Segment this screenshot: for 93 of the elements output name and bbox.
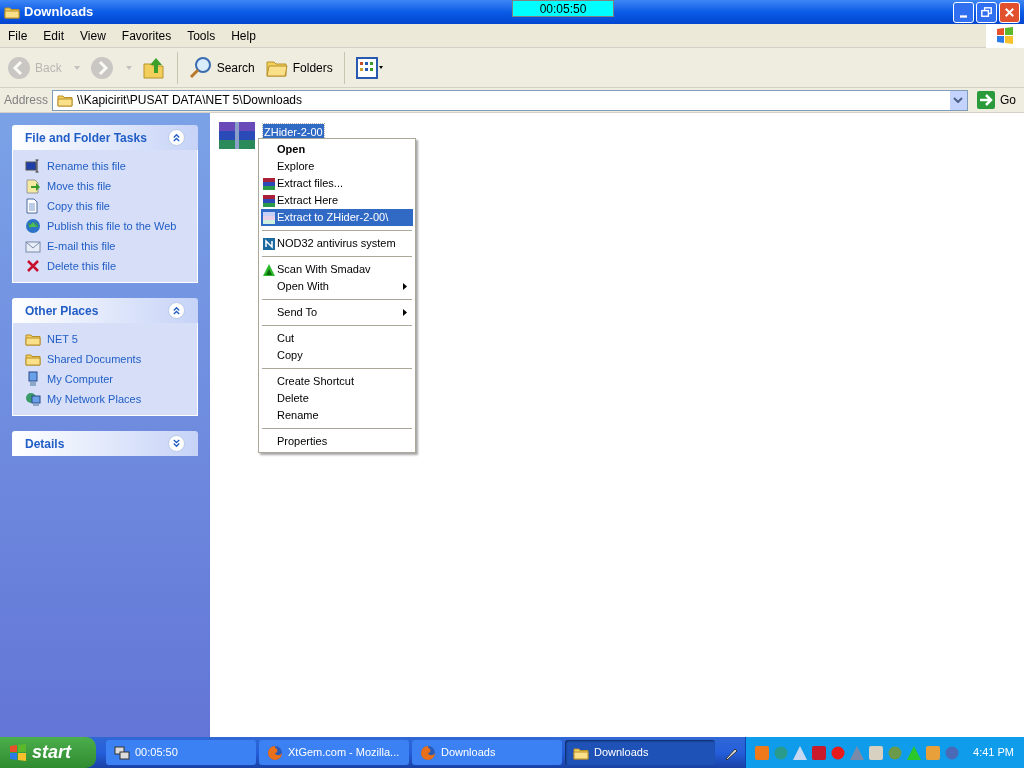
task-link[interactable]: Publish this file to the Web: [47, 217, 177, 235]
tray-icon[interactable]: [754, 744, 771, 761]
task-link[interactable]: NET 5: [47, 330, 78, 348]
folder-icon: [57, 92, 74, 108]
menu-item[interactable]: Favorites: [113, 26, 180, 45]
tray-icon[interactable]: [830, 744, 847, 761]
tray-icon[interactable]: [849, 744, 866, 761]
tray-icon[interactable]: [792, 744, 809, 761]
task-link[interactable]: Copy this file: [47, 197, 110, 215]
menu-item[interactable]: Extract to ZHider-2-00\: [261, 209, 413, 226]
menu-item[interactable]: File: [0, 26, 36, 45]
address-field[interactable]: \\Kapicirit\PUSAT DATA\NET 5\Downloads: [52, 89, 968, 111]
search-icon: [188, 55, 213, 80]
monitor-icon: [114, 744, 130, 761]
task-link[interactable]: Move this file: [47, 177, 112, 195]
views-icon: [355, 56, 384, 79]
menu-item[interactable]: Properties: [261, 433, 413, 450]
tray-icon[interactable]: [773, 744, 790, 761]
document-icon: [25, 198, 41, 214]
menu-item[interactable]: Scan With Smadav: [261, 261, 413, 278]
folder-icon: [4, 4, 20, 20]
restore-icon: [979, 4, 994, 20]
menu-item[interactable]: Open: [261, 141, 413, 158]
menu-item[interactable]: Delete: [261, 390, 413, 407]
network-icon: [25, 391, 41, 407]
pane-header[interactable]: Other Places: [12, 298, 198, 323]
triangle-icon: [262, 262, 276, 277]
menu-item[interactable]: Edit: [35, 26, 73, 45]
clock: 4:41 PM: [973, 745, 1014, 761]
task-link[interactable]: My Network Places: [47, 390, 142, 408]
task-link[interactable]: E-mail this file: [47, 237, 116, 255]
move-icon: [25, 178, 41, 194]
taskbar-button[interactable]: XtGem.com - Mozilla...: [259, 740, 409, 765]
timer-display: 00:05:50: [512, 0, 614, 17]
taskbar-button[interactable]: Downloads: [565, 740, 715, 765]
minimize-button[interactable]: [953, 1, 974, 23]
folder-icon: [25, 331, 41, 347]
windows-logo-icon: [986, 23, 1024, 48]
tray-icon[interactable]: [906, 744, 923, 761]
delete-icon: [25, 258, 41, 274]
dropdown-button[interactable]: [950, 90, 967, 110]
menu-item[interactable]: View: [72, 26, 114, 45]
globe-icon: [25, 218, 41, 234]
search-button[interactable]: Search: [185, 50, 258, 85]
menu-item[interactable]: Extract files...: [261, 175, 413, 192]
minimize-icon: [960, 14, 967, 18]
menu-item[interactable]: Cut: [261, 330, 413, 347]
globe-icon: [267, 744, 283, 761]
computer-icon: [25, 371, 41, 387]
tray-icon[interactable]: [868, 744, 885, 761]
archive-icon: [262, 176, 276, 191]
tray-icon[interactable]: [887, 744, 904, 761]
windows-logo-icon: [8, 742, 28, 763]
menu-item[interactable]: Open With: [261, 278, 413, 295]
submenu-arrow-icon: [403, 309, 407, 316]
menu-item[interactable]: NOD32 antivirus system: [261, 235, 413, 252]
task-link[interactable]: My Computer: [47, 370, 114, 388]
taskbar-button[interactable]: Downloads: [412, 740, 562, 765]
submenu-arrow-icon: [403, 283, 407, 290]
menu-item[interactable]: Tools: [179, 26, 224, 45]
task-link[interactable]: Rename this file: [47, 157, 126, 175]
globe-icon: [420, 744, 436, 761]
go-button[interactable]: Go: [972, 90, 1020, 110]
archive-icon: [217, 120, 257, 152]
menu-item[interactable]: Help: [223, 26, 264, 45]
tray-icon[interactable]: [944, 744, 961, 761]
folder-icon: [25, 351, 41, 367]
caret-icon: [953, 97, 964, 103]
menu-item[interactable]: Create Shortcut: [261, 373, 413, 390]
restore-button[interactable]: [976, 1, 997, 23]
taskbar-button[interactable]: 00:05:50: [106, 740, 256, 765]
menu-item[interactable]: Send To: [261, 304, 413, 321]
menu-item[interactable]: Extract Here: [261, 192, 413, 209]
pane-header[interactable]: Details: [12, 431, 198, 456]
caret-icon: [73, 65, 80, 70]
folders-button[interactable]: Folders: [261, 50, 336, 85]
address-label: Address: [4, 92, 49, 109]
tray-icon[interactable]: [811, 744, 828, 761]
envelope-icon: [25, 238, 41, 254]
rename-icon: [25, 158, 41, 174]
menu-item[interactable]: Explore: [261, 158, 413, 175]
archive-icon: [262, 193, 276, 208]
arrow-icon: [976, 90, 996, 110]
task-link[interactable]: Delete this file: [47, 257, 117, 275]
menu-item[interactable]: Copy: [261, 347, 413, 364]
tray-icon[interactable]: [925, 744, 942, 761]
menu-item[interactable]: Rename: [261, 407, 413, 424]
archive-icon: [262, 210, 276, 225]
window-title: Downloads: [24, 3, 94, 22]
close-button[interactable]: [999, 1, 1020, 23]
pane-header[interactable]: File and Folder Tasks: [12, 125, 198, 150]
task-link[interactable]: Shared Documents: [47, 350, 142, 368]
caret-icon: [125, 65, 132, 70]
